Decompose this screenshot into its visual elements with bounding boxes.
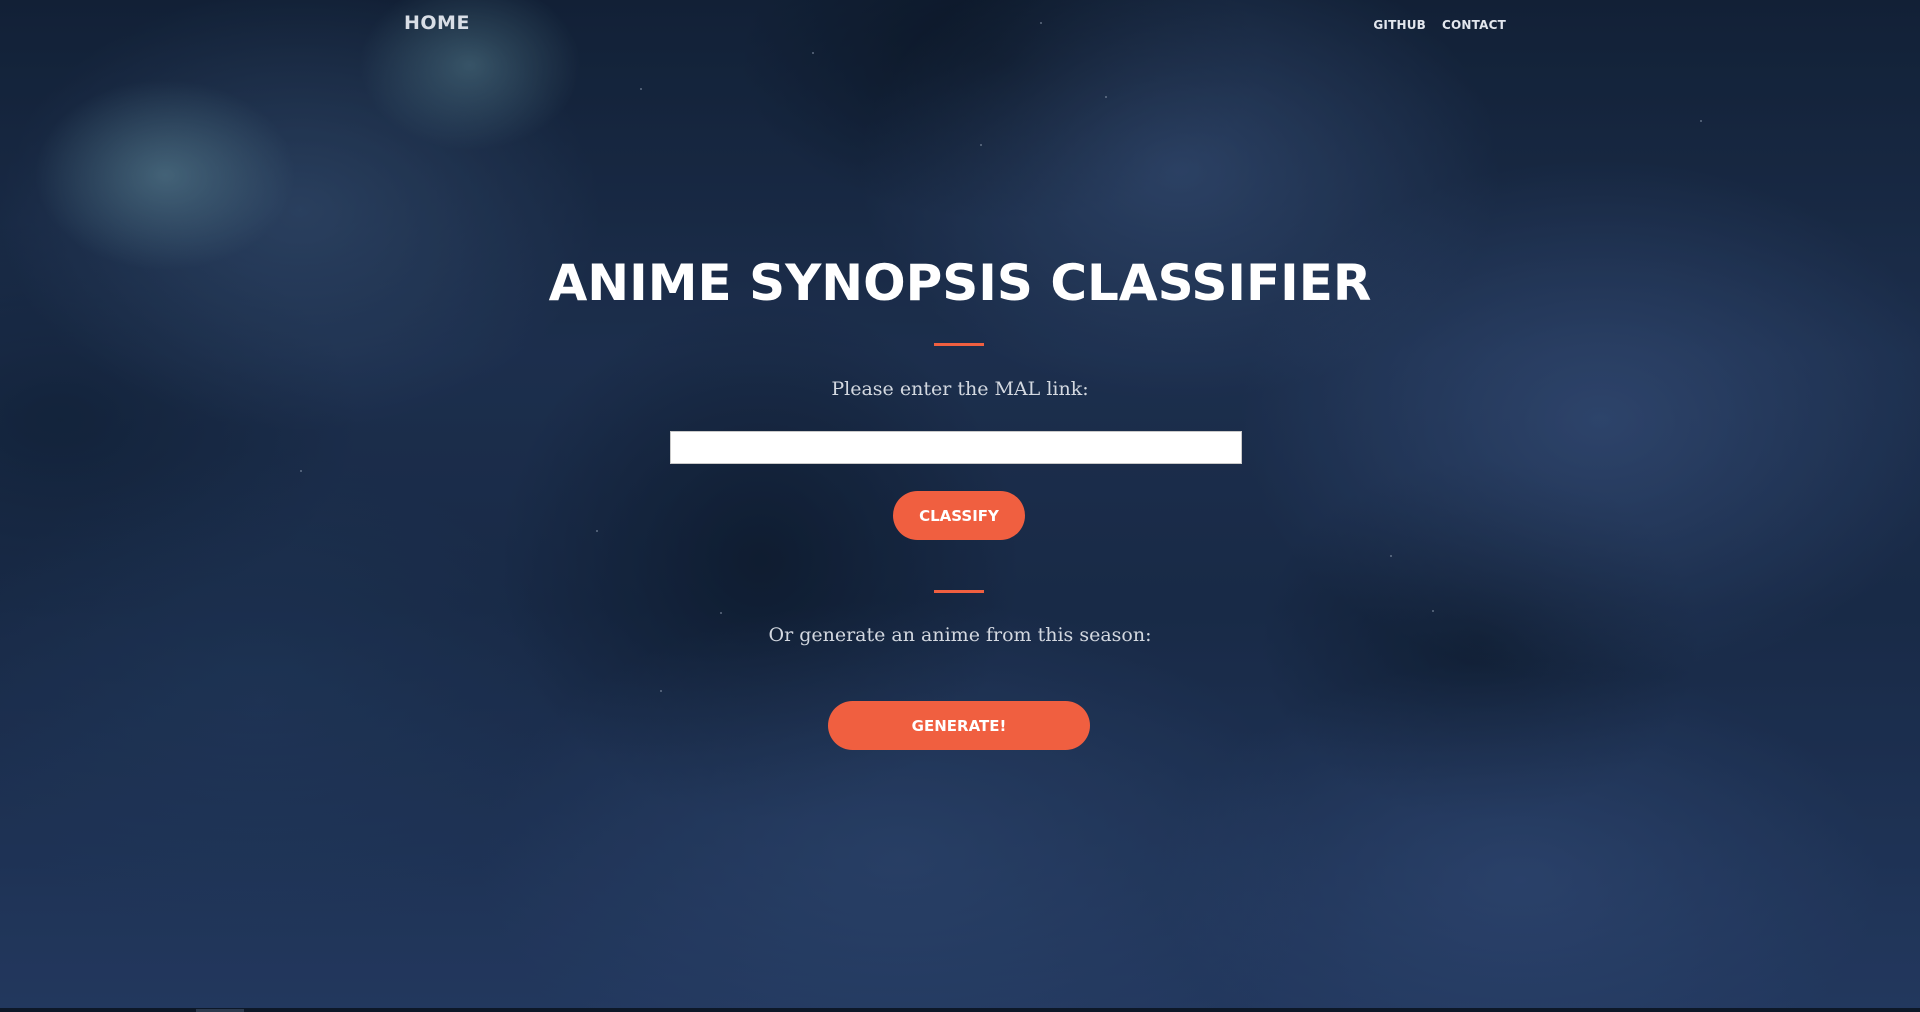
generate-button[interactable]: GENERATE! [828,701,1090,750]
title-divider [934,343,984,346]
nav-link-github[interactable]: GITHUB [1373,18,1426,32]
page-title: ANIME SYNOPSIS CLASSIFIER [548,254,1372,312]
nav-links: GITHUB CONTACT [1373,18,1506,32]
mal-link-prompt: Please enter the MAL link: [831,378,1089,400]
generate-prompt: Or generate an anime from this season: [768,624,1152,646]
top-navbar: HOME GITHUB CONTACT [0,0,1920,54]
section-divider [934,590,984,593]
nav-home-link[interactable]: HOME [404,12,470,34]
classify-button[interactable]: CLASSIFY [893,491,1025,540]
mal-link-input[interactable] [670,431,1242,464]
nav-link-contact[interactable]: CONTACT [1442,18,1506,32]
bottom-edge-bar [0,1008,1920,1012]
